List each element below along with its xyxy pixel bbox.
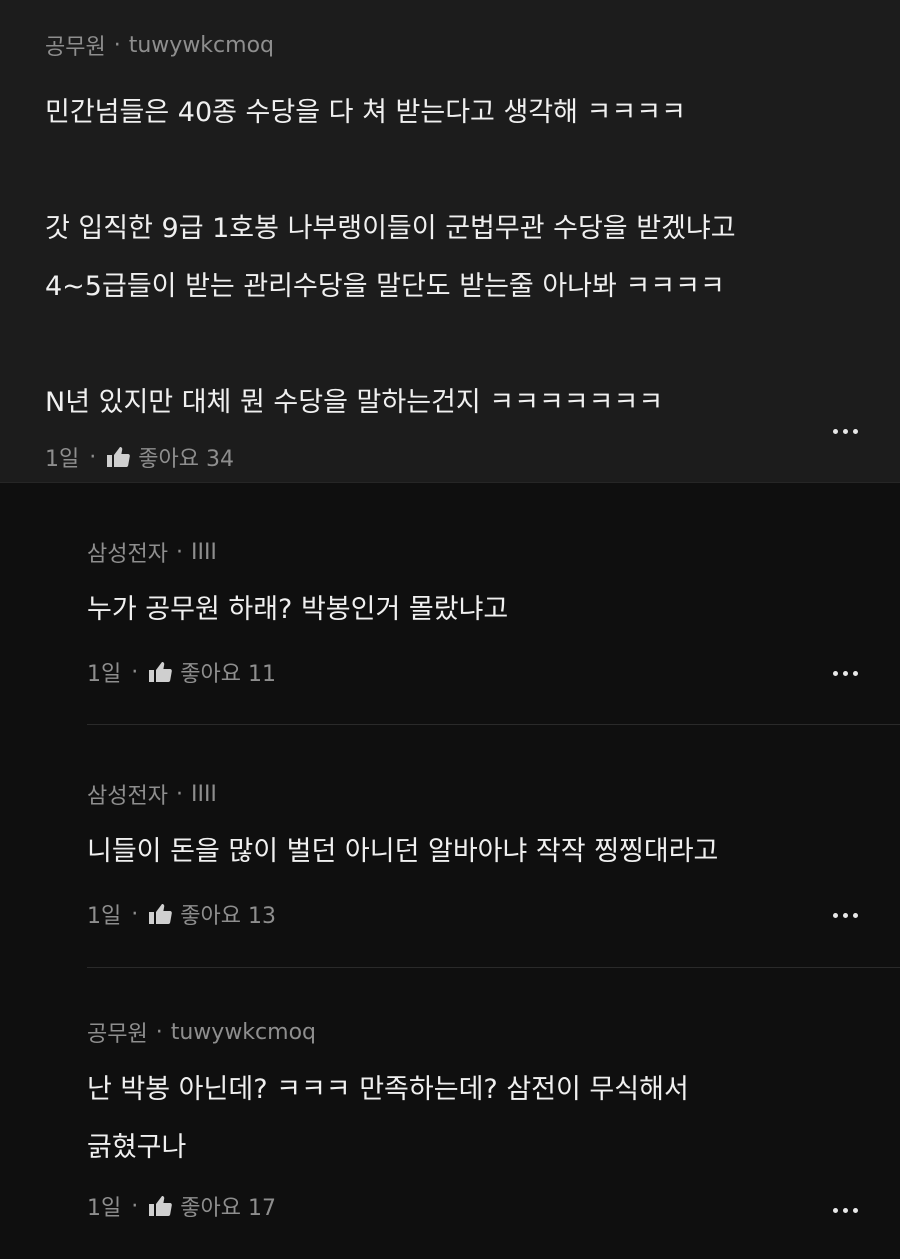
separator-dot: · [131, 1193, 139, 1219]
comment-line [45, 142, 900, 200]
comment-line [45, 316, 900, 374]
more-options-icon[interactable] [833, 1208, 858, 1213]
like-count[interactable]: 좋아요 17 [180, 1190, 276, 1222]
comment-footer: 1일 · 좋아요 34 [45, 440, 900, 474]
author-handle[interactable]: IIII [191, 782, 217, 807]
comment-line: 니들이 돈을 많이 벌던 아니던 알바아냐 작작 찡찡대라고 [87, 836, 719, 867]
comment-meta: 공무원 · tuwywkcmoq [45, 28, 900, 62]
comment-meta: 공무원 · tuwywkcmoq [87, 1015, 900, 1049]
author-name[interactable]: 삼성전자 [87, 778, 168, 810]
like-count[interactable]: 좋아요 34 [138, 441, 234, 473]
comment-line: N년 있지만 대체 뭔 수당을 말하는건지 ㅋㅋㅋㅋㅋㅋㅋ [45, 387, 664, 418]
reply-comment: 공무원 · tuwywkcmoq 난 박봉 아닌데? ㅋㅋㅋ 만족하는데? 삼전… [0, 968, 900, 1258]
separator-dot: · [113, 32, 121, 58]
comment-time: 1일 [87, 904, 122, 929]
comment-footer: 1일 · 좋아요 11 [87, 655, 900, 689]
author-name[interactable]: 공무원 [87, 1016, 148, 1048]
comment-meta: 삼성전자 · IIII [87, 777, 900, 811]
separator-dot: · [175, 539, 183, 565]
comment-time: 1일 [87, 662, 122, 687]
thumbs-up-icon[interactable] [106, 446, 131, 468]
author-handle[interactable]: IIII [191, 540, 217, 565]
comment-line: 민간넘들은 40종 수당을 다 쳐 받는다고 생각해 ㅋㅋㅋㅋ [45, 97, 686, 128]
comment-line: 4~5급들이 받는 관리수당을 말단도 받는줄 아나봐 ㅋㅋㅋㅋ [45, 271, 725, 302]
comment-line: 난 박봉 아닌데? ㅋㅋㅋ 만족하는데? 삼전이 무식해서 [87, 1074, 689, 1105]
author-handle[interactable]: tuwywkcmoq [129, 33, 274, 58]
comment-meta: 삼성전자 · IIII [87, 535, 900, 569]
reply-comment: 삼성전자 · IIII 누가 공무원 하래? 박봉인거 몰랐냐고 1일 · 좋아… [0, 483, 900, 725]
separator-dot: · [131, 901, 139, 927]
thumbs-up-icon[interactable] [148, 661, 173, 683]
separator-dot: · [175, 781, 183, 807]
more-options-icon[interactable] [833, 671, 858, 676]
comment-body: 니들이 돈을 많이 벌던 아니던 알바아냐 작작 찡찡대라고 [87, 823, 900, 881]
thumbs-up-icon[interactable] [148, 903, 173, 925]
comment-line: 누가 공무원 하래? 박봉인거 몰랐냐고 [87, 594, 509, 625]
comment-line: 긁혔구나 [87, 1132, 187, 1163]
like-count[interactable]: 좋아요 13 [180, 898, 276, 930]
comment-top: 공무원 · tuwywkcmoq 민간넘들은 40종 수당을 다 쳐 받는다고 … [0, 0, 900, 483]
comment-time: 1일 [45, 447, 80, 472]
reply-comment: 삼성전자 · IIII 니들이 돈을 많이 벌던 아니던 알바아냐 작작 찡찡대… [0, 725, 900, 968]
comment-footer: 1일 · 좋아요 13 [87, 897, 900, 931]
author-handle[interactable]: tuwywkcmoq [171, 1020, 316, 1045]
separator-dot: · [155, 1019, 163, 1045]
comment-footer: 1일 · 좋아요 17 [87, 1189, 900, 1223]
thumbs-up-icon[interactable] [148, 1195, 173, 1217]
separator-dot: · [131, 659, 139, 685]
separator-dot: · [89, 444, 97, 470]
comment-line: 갓 입직한 9급 1호봉 나부랭이들이 군법무관 수당을 받겠냐고 [45, 213, 736, 244]
author-name[interactable]: 삼성전자 [87, 536, 168, 568]
more-options-icon[interactable] [833, 913, 858, 918]
more-options-icon[interactable] [833, 429, 858, 434]
comment-time: 1일 [87, 1196, 122, 1221]
like-count[interactable]: 좋아요 11 [180, 656, 276, 688]
comment-body: 난 박봉 아닌데? ㅋㅋㅋ 만족하는데? 삼전이 무식해서 긁혔구나 [87, 1061, 900, 1177]
author-name[interactable]: 공무원 [45, 29, 106, 61]
comment-body: 누가 공무원 하래? 박봉인거 몰랐냐고 [87, 581, 900, 639]
comment-body: 민간넘들은 40종 수당을 다 쳐 받는다고 생각해 ㅋㅋㅋㅋ 갓 입직한 9급… [45, 84, 900, 432]
